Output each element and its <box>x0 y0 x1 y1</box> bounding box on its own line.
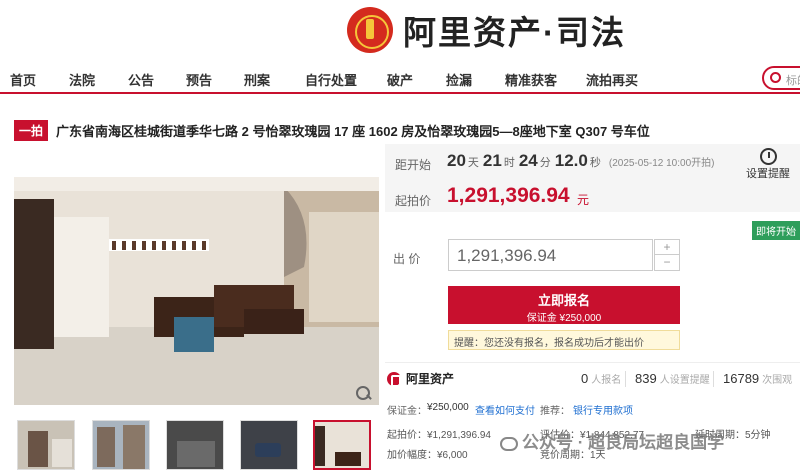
detail-delay-value: 5分钟 <box>745 430 771 441</box>
views-label: 次围观 <box>762 375 793 386</box>
bid-amount-field[interactable]: 1,291,396.94 <box>448 239 653 271</box>
detail-start-price: 起拍价：¥1,291,396.94 <box>387 426 491 441</box>
thumbnail-image <box>18 421 74 469</box>
set-reminder-button[interactable]: 设置提醒 <box>743 148 793 180</box>
views-count: 16789 <box>723 371 760 386</box>
countdown-minutes-unit: 分 <box>539 157 551 169</box>
nav-item-bankruptcy[interactable]: 破产 <box>387 70 413 89</box>
thumbnail[interactable] <box>166 420 224 470</box>
bid-stepper: + − <box>654 239 680 271</box>
signups-count: 0 <box>581 371 589 386</box>
nav-item-bargains[interactable]: 捡漏 <box>446 70 472 89</box>
bid-label: 出 价 <box>393 252 421 266</box>
register-deposit-label: 保证金 ¥250,000 <box>526 313 602 324</box>
detail-increment-value: ¥6,000 <box>437 450 468 461</box>
increase-bid-button[interactable]: + <box>655 240 679 255</box>
main-nav: 首页 法院 公告 预告 刑案 自行处置 破产 捡漏 精准获客 流拍再买 标的 <box>0 62 800 94</box>
detail-start-price-value: ¥1,291,396.94 <box>427 430 491 441</box>
stat-divider <box>713 371 714 387</box>
how-to-pay-link[interactable]: 查看如何支付 <box>475 402 535 417</box>
thumbnail-image <box>241 421 297 469</box>
register-button-label: 立即报名 <box>537 293 590 308</box>
countdown-seconds-unit: 秒 <box>589 157 601 169</box>
nav-item-relist[interactable]: 流拍再买 <box>586 70 638 89</box>
detail-start-price-label: 起拍价： <box>387 430 427 441</box>
thumbnail-active[interactable] <box>313 420 371 470</box>
countdown-hours-unit: 时 <box>503 157 515 169</box>
logo-text: 阿里资产·司法 <box>403 14 626 51</box>
auction-info-panel: 距开始 20 天 21 时 24 分 12.0 秒 (2025-05-12 10… <box>385 144 800 474</box>
nav-item-announcements[interactable]: 公告 <box>128 70 154 89</box>
bank-payment-link[interactable]: 银行专用款项 <box>573 402 633 417</box>
deposit-row: 保证金： ¥250,000 查看如何支付 推荐： 银行专用款项 <box>385 402 800 418</box>
search-icon <box>770 72 781 83</box>
price-unit: 元 <box>577 193 590 207</box>
item-title-row: 一拍 广东省南海区桂城街道季华七路 2 号怡翠玫瑰园 17 座 1602 房及怡… <box>14 119 794 141</box>
court-emblem-icon <box>347 7 393 53</box>
start-time: (2025-05-12 10:00开拍) <box>608 158 715 169</box>
detail-increment-label: 加价幅度： <box>387 450 437 461</box>
countdown-seconds: 12.0 <box>554 151 588 170</box>
signups-label: 人报名 <box>591 375 622 386</box>
stats-bar: 阿里资产 0 人报名 839 人设置提醒 16789 次围观 <box>385 362 800 394</box>
deposit-label: 保证金： <box>387 406 427 417</box>
search-placeholder: 标的 <box>786 75 800 87</box>
countdown-days-unit: 天 <box>467 157 479 169</box>
thumbnail[interactable] <box>240 420 298 470</box>
stat-divider <box>625 371 626 387</box>
ali-asset-icon <box>387 371 401 387</box>
main-photo[interactable] <box>14 177 379 405</box>
thumbnail[interactable] <box>17 420 75 470</box>
countdown-label: 距开始 <box>395 158 432 172</box>
brand-logo: 阿里资产 <box>387 370 454 387</box>
wechat-icon <box>500 436 518 451</box>
countdown-days: 20 <box>447 151 466 170</box>
views-stat: 16789 次围观 <box>723 371 792 386</box>
reminders-stat: 839 人设置提醒 <box>635 371 710 386</box>
brand-name: 阿里资产 <box>406 372 455 386</box>
reminders-count: 839 <box>635 371 657 386</box>
nav-item-criminal[interactable]: 刑案 <box>244 70 270 89</box>
countdown-hours: 21 <box>482 151 502 170</box>
nav-item-precise-leads[interactable]: 精准获客 <box>505 70 557 89</box>
site-header: 阿里资产·司法 <box>0 0 800 62</box>
watermark-text: 公众号 · 超良局坛超良国学 <box>522 433 725 452</box>
nav-item-home[interactable]: 首页 <box>10 70 36 89</box>
decrease-bid-button[interactable]: − <box>655 255 679 270</box>
search-input[interactable]: 标的 <box>762 66 800 90</box>
thumbnail[interactable] <box>92 420 150 470</box>
recommend-label: 推荐： <box>540 406 570 417</box>
zoom-icon[interactable] <box>355 385 373 403</box>
site-logo[interactable]: 阿里资产·司法 <box>347 6 626 54</box>
deposit-value: ¥250,000 <box>427 402 469 413</box>
clock-icon <box>759 148 777 165</box>
start-price-label: 起拍价 <box>395 194 432 208</box>
nav-item-self-disposal[interactable]: 自行处置 <box>305 70 357 89</box>
detail-increment: 加价幅度：¥6,000 <box>387 446 468 461</box>
status-badge: 即将开始 <box>752 221 800 240</box>
living-room-image <box>14 177 379 405</box>
signups-stat: 0 人报名 <box>581 371 621 386</box>
thumbnail-image <box>167 421 223 469</box>
start-price: 1,291,396.94 <box>447 184 570 207</box>
round-badge: 一拍 <box>14 119 49 141</box>
countdown-minutes: 24 <box>518 151 538 170</box>
item-title: 广东省南海区桂城街道季华七路 2 号怡翠玫瑰园 17 座 1602 房及怡翠玫瑰… <box>56 123 650 139</box>
register-button[interactable]: 立即报名 保证金 ¥250,000 <box>448 286 680 324</box>
register-tip: 提醒：您还没有报名，报名成功后才能出价 <box>448 330 680 350</box>
watermark: 公众号 · 超良局坛超良国学 <box>500 428 724 453</box>
auction-summary: 距开始 20 天 21 时 24 分 12.0 秒 (2025-05-12 10… <box>385 144 800 212</box>
reminder-label: 设置提醒 <box>746 168 790 180</box>
nav-item-previews[interactable]: 预告 <box>186 70 212 89</box>
nav-item-courts[interactable]: 法院 <box>69 70 95 89</box>
thumbnail-image <box>315 422 369 468</box>
thumbnail-image <box>93 421 149 469</box>
countdown: 20 天 21 时 24 分 12.0 秒 (2025-05-12 10:00开… <box>447 151 714 171</box>
reminders-label: 人设置提醒 <box>659 375 710 386</box>
